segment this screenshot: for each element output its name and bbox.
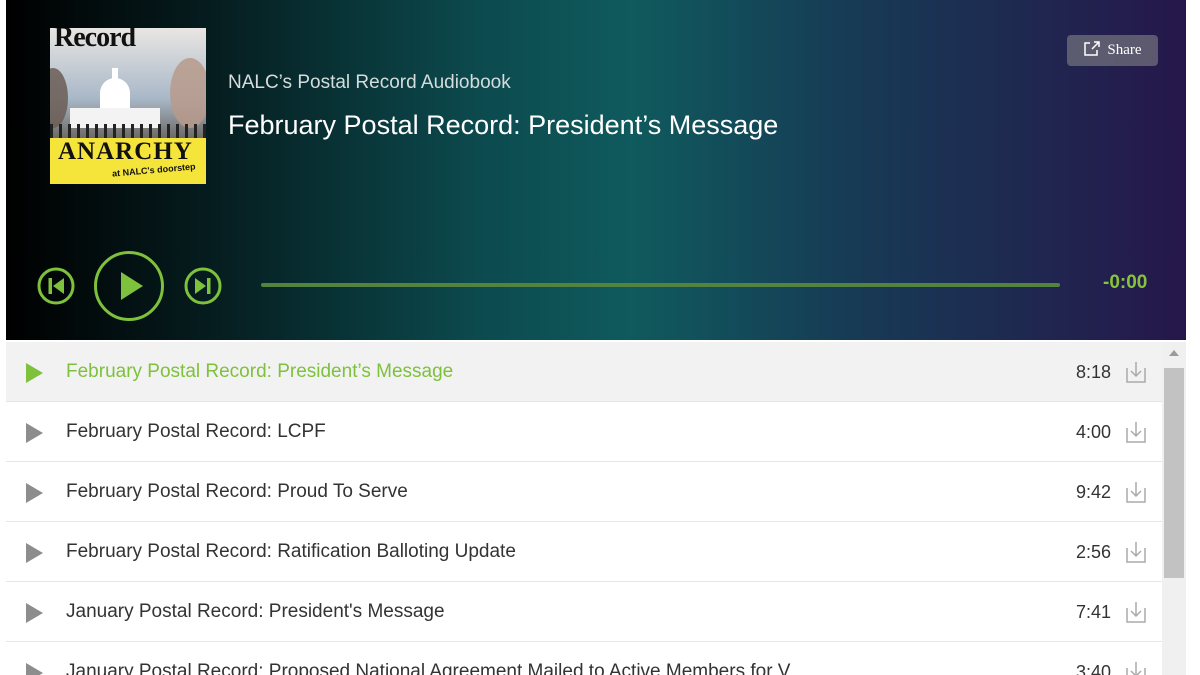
track-title[interactable]: January Postal Record: President's Messa… bbox=[66, 601, 445, 623]
track-play-icon[interactable] bbox=[26, 483, 43, 503]
track-row[interactable]: February Postal Record: President’s Mess… bbox=[6, 342, 1162, 402]
share-icon bbox=[1083, 40, 1101, 62]
track-play-icon[interactable] bbox=[26, 663, 43, 675]
cover-masthead: Record bbox=[54, 28, 136, 53]
track-row[interactable]: February Postal Record: Proud To Serve 9:… bbox=[6, 462, 1162, 522]
show-title[interactable]: NALC’s Postal Record Audiobook bbox=[228, 72, 511, 94]
track-play-icon[interactable] bbox=[26, 423, 43, 443]
scrollbar-thumb[interactable] bbox=[1164, 368, 1184, 578]
download-icon[interactable] bbox=[1125, 540, 1147, 564]
cover-tree bbox=[170, 58, 206, 128]
track-duration: 4:00 bbox=[1076, 422, 1112, 442]
download-icon[interactable] bbox=[1125, 660, 1147, 675]
track-list: February Postal Record: President’s Mess… bbox=[6, 342, 1162, 675]
track-title[interactable]: February Postal Record: President’s Mess… bbox=[66, 361, 453, 383]
play-icon bbox=[93, 251, 165, 326]
cover-capitol-dome bbox=[100, 78, 130, 108]
track-row[interactable]: February Postal Record: Ratification Bal… bbox=[6, 522, 1162, 582]
skip-next-button[interactable] bbox=[184, 267, 222, 305]
skip-previous-icon bbox=[37, 267, 75, 309]
play-button[interactable] bbox=[93, 250, 165, 322]
track-play-icon[interactable] bbox=[26, 603, 43, 623]
track-duration: 3:40 bbox=[1076, 662, 1112, 675]
player-header: Record ANARCHY at NALC's doorstep NALC’s… bbox=[6, 0, 1186, 340]
progress-bar[interactable] bbox=[261, 283, 1060, 287]
time-remaining: -0:00 bbox=[1103, 272, 1148, 293]
track-title[interactable]: February Postal Record: LCPF bbox=[66, 421, 326, 443]
cover-headline: ANARCHY bbox=[58, 138, 193, 165]
episode-title: February Postal Record: President’s Mess… bbox=[228, 110, 779, 140]
cover-tree bbox=[50, 68, 68, 128]
download-icon[interactable] bbox=[1125, 360, 1147, 384]
track-duration: 2:56 bbox=[1076, 542, 1112, 562]
cover-art: Record ANARCHY at NALC's doorstep bbox=[50, 28, 206, 184]
skip-next-icon bbox=[184, 267, 222, 309]
track-row[interactable]: January Postal Record: Proposed National… bbox=[6, 642, 1162, 675]
track-play-icon[interactable] bbox=[26, 363, 43, 383]
track-duration: 9:42 bbox=[1076, 482, 1112, 502]
track-row[interactable]: February Postal Record: LCPF 4:00 bbox=[6, 402, 1162, 462]
scrollbar[interactable] bbox=[1162, 342, 1186, 675]
download-icon[interactable] bbox=[1125, 600, 1147, 624]
track-title[interactable]: February Postal Record: Ratification Bal… bbox=[66, 541, 516, 563]
track-title[interactable]: January Postal Record: Proposed National… bbox=[66, 661, 790, 675]
track-play-icon[interactable] bbox=[26, 543, 43, 563]
track-title[interactable]: February Postal Record: Proud To Serve bbox=[66, 481, 408, 503]
share-button[interactable]: Share bbox=[1067, 35, 1158, 66]
download-icon[interactable] bbox=[1125, 420, 1147, 444]
download-icon[interactable] bbox=[1125, 480, 1147, 504]
track-duration: 8:18 bbox=[1076, 362, 1112, 382]
track-row[interactable]: January Postal Record: President's Messa… bbox=[6, 582, 1162, 642]
skip-previous-button[interactable] bbox=[37, 267, 75, 305]
scroll-up-arrow-icon[interactable] bbox=[1169, 350, 1179, 356]
track-duration: 7:41 bbox=[1076, 602, 1112, 622]
share-label: Share bbox=[1107, 42, 1142, 58]
